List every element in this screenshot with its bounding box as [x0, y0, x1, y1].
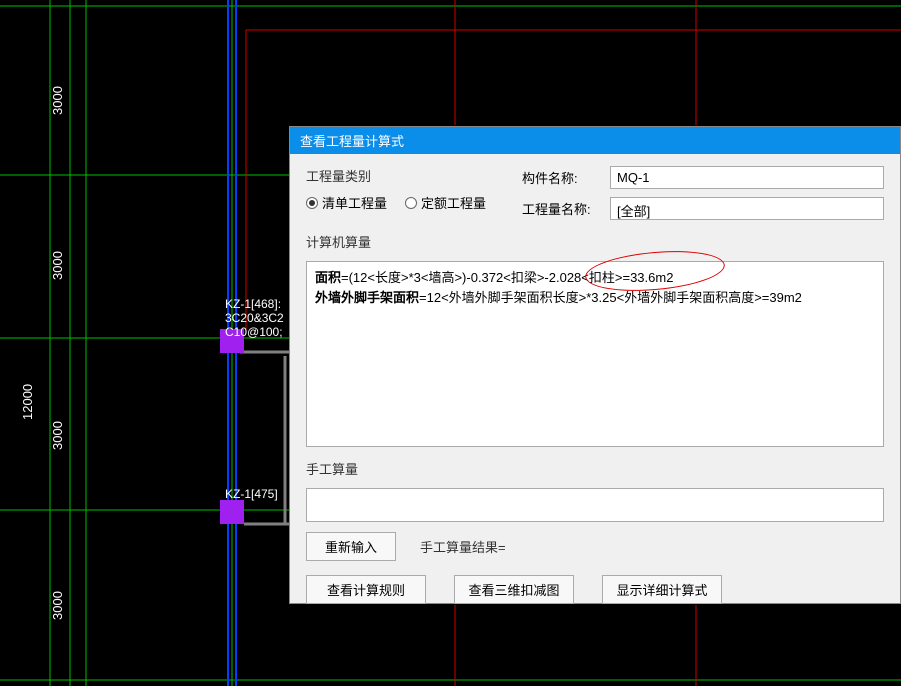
manual-result-label: 手工算量结果=	[420, 537, 506, 556]
manual-calc-label: 手工算量	[306, 459, 884, 478]
calc-line2-key: 外墙外脚手架面积	[315, 290, 419, 305]
cad-label-2: 3C20&3C2	[225, 311, 284, 325]
view-rule-button[interactable]: 查看计算规则	[306, 575, 426, 604]
calc-line1-expr: =(12<长度>*3<墙高>)-0.372<扣梁>-2.028<扣柱>=33.6…	[341, 270, 673, 285]
computer-calc-output[interactable]: 面积=(12<长度>*3<墙高>)-0.372<扣梁>-2.028<扣柱>=33…	[306, 261, 884, 447]
radio-quota-label: 定额工程量	[421, 193, 486, 212]
radio-icon	[405, 197, 417, 209]
dim-total: 12000	[20, 384, 35, 420]
cad-label-4: KZ-1[475]	[225, 487, 278, 501]
component-name-input[interactable]: MQ-1	[610, 166, 884, 189]
dialog-title: 查看工程量计算式	[300, 134, 404, 149]
dim-seg-2: 3000	[50, 251, 65, 280]
dim-seg-4: 3000	[50, 591, 65, 620]
calculation-dialog: 查看工程量计算式 工程量类别 清单工程量 定额工程量 构件	[289, 126, 901, 604]
type-label: 工程量类别	[306, 166, 506, 185]
manual-calc-input[interactable]	[306, 488, 884, 522]
dim-seg-3: 3000	[50, 421, 65, 450]
radio-icon	[306, 197, 318, 209]
qty-name-select[interactable]: [全部]	[610, 197, 884, 220]
calc-line1-key: 面积	[315, 270, 341, 285]
reinput-button[interactable]: 重新输入	[306, 532, 396, 561]
calc-line2-expr: =12<外墙外脚手架面积长度>*3.25<外墙外脚手架面积高度>=39m2	[419, 290, 802, 305]
view-3d-button[interactable]: 查看三维扣减图	[454, 575, 574, 604]
radio-quota-qty[interactable]: 定额工程量	[405, 193, 486, 212]
radio-bill-qty[interactable]: 清单工程量	[306, 193, 387, 212]
show-detail-button[interactable]: 显示详细计算式	[602, 575, 722, 604]
qty-name-label: 工程量名称:	[522, 199, 602, 218]
component-name-label: 构件名称:	[522, 168, 602, 187]
dialog-titlebar[interactable]: 查看工程量计算式	[290, 127, 900, 154]
cad-label-3: C10@100;	[225, 325, 283, 339]
cad-label-1: KZ-1[468]:	[225, 297, 281, 311]
dim-seg-1: 3000	[50, 86, 65, 115]
radio-bill-label: 清单工程量	[322, 193, 387, 212]
computer-calc-label: 计算机算量	[306, 232, 884, 251]
